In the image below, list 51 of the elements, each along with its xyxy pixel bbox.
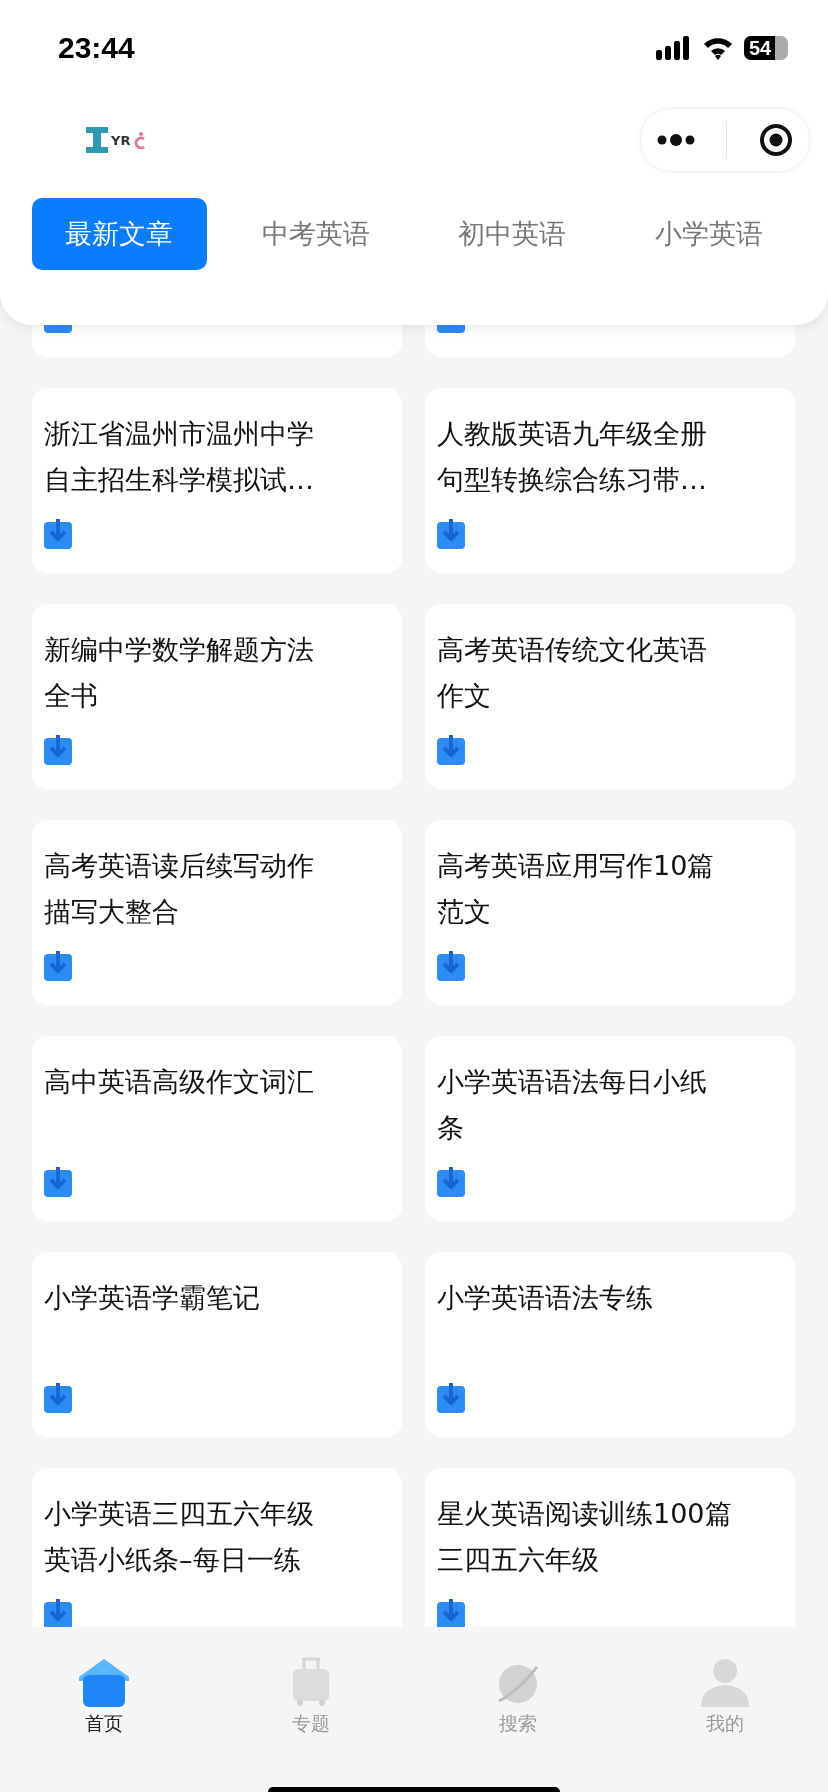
- article-card[interactable]: 新编中学数学解题方法全书: [32, 604, 402, 789]
- article-card[interactable]: 人教版英语九年级全册句型转换综合练习带…: [425, 388, 795, 573]
- category-tab[interactable]: 最新文章: [32, 198, 207, 270]
- battery-indicator: 54: [744, 36, 788, 60]
- article-card[interactable]: 高中英语高级作文词汇: [32, 1036, 402, 1221]
- article-title: 高考英语应用写作10篇范文: [437, 849, 716, 929]
- article-title: 小学英语三四五六年级英语小纸条–每日一练: [44, 1497, 315, 1577]
- article-title: 高考英语读后续写动作描写大整合: [44, 849, 315, 929]
- category-tab[interactable]: 初中英语: [425, 198, 600, 270]
- article-title: 新编中学数学解题方法全书: [44, 633, 315, 713]
- status-time: 23:44: [58, 31, 135, 65]
- article-card[interactable]: 浙江省温州市温州中学自主招生科学模拟试…: [32, 388, 402, 573]
- article-title: 高中英语高级作文词汇: [44, 1065, 315, 1099]
- article-card[interactable]: 小学英语语法每日小纸条: [425, 1036, 795, 1221]
- article-title: 星火英语阅读训练100篇三四五六年级: [437, 1497, 732, 1577]
- article-card[interactable]: 高考英语应用写作10篇范文: [425, 820, 795, 1005]
- download-icon[interactable]: [44, 1383, 72, 1413]
- wifi-icon: [702, 36, 734, 60]
- article-title: 小学英语语法专练: [437, 1281, 654, 1315]
- download-icon[interactable]: [437, 1599, 465, 1627]
- download-icon[interactable]: [437, 519, 465, 549]
- article-card[interactable]: 小学英语语法专练: [425, 1252, 795, 1437]
- person-icon: [698, 1657, 751, 1707]
- signal-icon: [656, 36, 692, 60]
- download-icon[interactable]: [44, 519, 72, 549]
- article-title: 小学英语语法每日小纸条: [437, 1065, 708, 1145]
- download-icon[interactable]: [44, 1167, 72, 1197]
- article-card[interactable]: 高考英语读后续写动作描写大整合: [32, 820, 402, 1005]
- download-icon[interactable]: [437, 735, 465, 765]
- article-card[interactable]: 小学英语学霸笔记: [32, 1252, 402, 1437]
- download-icon[interactable]: [437, 951, 465, 981]
- category-tab[interactable]: 中考英语: [228, 198, 403, 270]
- close-target-icon[interactable]: [759, 123, 794, 157]
- suitcase-icon: [290, 1657, 331, 1707]
- download-icon[interactable]: [437, 1383, 465, 1413]
- article-card[interactable]: 高考英语传统文化英语作文: [425, 604, 795, 789]
- category-tab[interactable]: 小学英语: [621, 198, 796, 270]
- download-icon[interactable]: [437, 1167, 465, 1197]
- article-title: 小学英语学霸笔记: [44, 1281, 261, 1315]
- house-icon: [76, 1657, 131, 1707]
- download-icon[interactable]: [44, 1599, 72, 1627]
- article-title: 浙江省温州市温州中学自主招生科学模拟试…: [44, 417, 315, 497]
- nav-tab[interactable]: 首页: [0, 1627, 207, 1737]
- download-icon[interactable]: [44, 951, 72, 981]
- article-title: 人教版英语九年级全册句型转换综合练习带…: [437, 417, 708, 497]
- logo: YR: [86, 127, 146, 153]
- article-card[interactable]: 小学英语三四五六年级英语小纸条–每日一练: [32, 1468, 402, 1627]
- more-icon[interactable]: [656, 134, 695, 146]
- article-title: 高考英语传统文化英语作文: [437, 633, 708, 713]
- article-card[interactable]: 星火英语阅读训练100篇三四五六年级: [425, 1468, 795, 1627]
- download-icon[interactable]: [44, 735, 72, 765]
